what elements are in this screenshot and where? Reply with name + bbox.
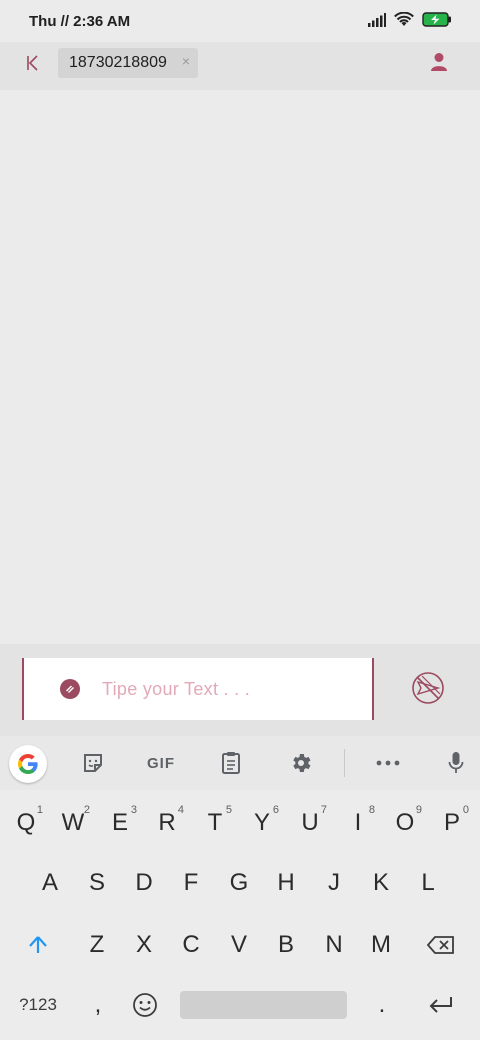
key-f[interactable]: F	[168, 858, 214, 908]
person-icon	[430, 52, 448, 77]
key-d[interactable]: D	[121, 858, 167, 908]
key-y[interactable]: Y6	[239, 798, 285, 848]
sticker-button[interactable]	[78, 746, 108, 780]
mic-icon	[448, 752, 464, 773]
message-list	[0, 90, 480, 644]
conversation-header: 18730218809 ×	[0, 42, 480, 90]
enter-icon	[429, 997, 452, 1013]
key-t[interactable]: T5	[192, 798, 238, 848]
key-g[interactable]: G	[216, 858, 262, 908]
space-key[interactable]	[180, 991, 347, 1019]
key-r[interactable]: R4	[144, 798, 190, 848]
gif-label: GIF	[147, 754, 175, 772]
period-key[interactable]: .	[360, 980, 404, 1030]
back-icon	[25, 54, 41, 77]
clipboard-button[interactable]	[216, 746, 246, 780]
settings-button[interactable]	[286, 746, 316, 780]
back-button[interactable]	[16, 48, 50, 82]
google-icon[interactable]	[9, 745, 47, 783]
more-icon	[376, 760, 400, 766]
contact-button[interactable]	[426, 50, 452, 78]
key-v[interactable]: V	[216, 920, 262, 970]
key-q[interactable]: Q1	[3, 798, 49, 848]
gif-button[interactable]: GIF	[140, 746, 182, 780]
key-x[interactable]: X	[121, 920, 167, 970]
emoji-icon	[133, 993, 157, 1017]
symbols-key[interactable]: ?123	[10, 980, 66, 1030]
key-j[interactable]: J	[311, 858, 357, 908]
settings-icon	[293, 754, 311, 772]
key-p[interactable]: P0	[429, 798, 475, 848]
backspace-icon	[427, 936, 454, 954]
more-button[interactable]	[372, 746, 404, 780]
key-b[interactable]: B	[263, 920, 309, 970]
signal-icon	[368, 12, 386, 32]
message-input-box[interactable]	[22, 658, 374, 720]
key-l[interactable]: L	[405, 858, 451, 908]
toolbar-divider	[344, 749, 345, 777]
key-e[interactable]: E3	[97, 798, 143, 848]
clipboard-icon	[222, 752, 240, 774]
backspace-key[interactable]	[416, 920, 466, 970]
send-disabled-icon	[412, 672, 444, 704]
send-button[interactable]	[410, 670, 446, 706]
comma-key[interactable]: ,	[76, 980, 120, 1030]
status-bar: Thu // 2:36 AM	[0, 0, 480, 42]
battery-charging-icon	[422, 12, 452, 32]
remove-recipient-icon[interactable]: ×	[182, 53, 190, 69]
recipient-chip[interactable]: 18730218809 ×	[58, 48, 198, 78]
status-time: Thu // 2:36 AM	[29, 13, 131, 30]
shift-icon	[29, 936, 47, 953]
key-a[interactable]: A	[27, 858, 73, 908]
composer	[0, 644, 480, 736]
key-n[interactable]: N	[311, 920, 357, 970]
key-u[interactable]: U7	[287, 798, 333, 848]
emoji-key[interactable]	[124, 980, 166, 1030]
key-s[interactable]: S	[74, 858, 120, 908]
key-h[interactable]: H	[263, 858, 309, 908]
key-m[interactable]: M	[358, 920, 404, 970]
key-c[interactable]: C	[168, 920, 214, 970]
attach-icon[interactable]	[60, 679, 80, 699]
key-z[interactable]: Z	[74, 920, 120, 970]
sticker-icon	[84, 754, 102, 772]
wifi-icon	[394, 11, 414, 32]
enter-key[interactable]	[418, 980, 464, 1030]
voice-input-button[interactable]	[442, 746, 470, 780]
message-input[interactable]	[102, 679, 342, 700]
keyboard: Q1 W2 E3 R4 T5 Y6 U7 I8 O9 P0 A S D F G …	[0, 790, 480, 1040]
key-k[interactable]: K	[358, 858, 404, 908]
key-i[interactable]: I8	[335, 798, 381, 848]
key-o[interactable]: O9	[382, 798, 428, 848]
key-w[interactable]: W2	[50, 798, 96, 848]
status-icons	[368, 11, 452, 32]
recipient-number: 18730218809	[69, 54, 167, 71]
shift-key[interactable]	[14, 920, 62, 970]
keyboard-toolbar: GIF	[0, 736, 480, 790]
